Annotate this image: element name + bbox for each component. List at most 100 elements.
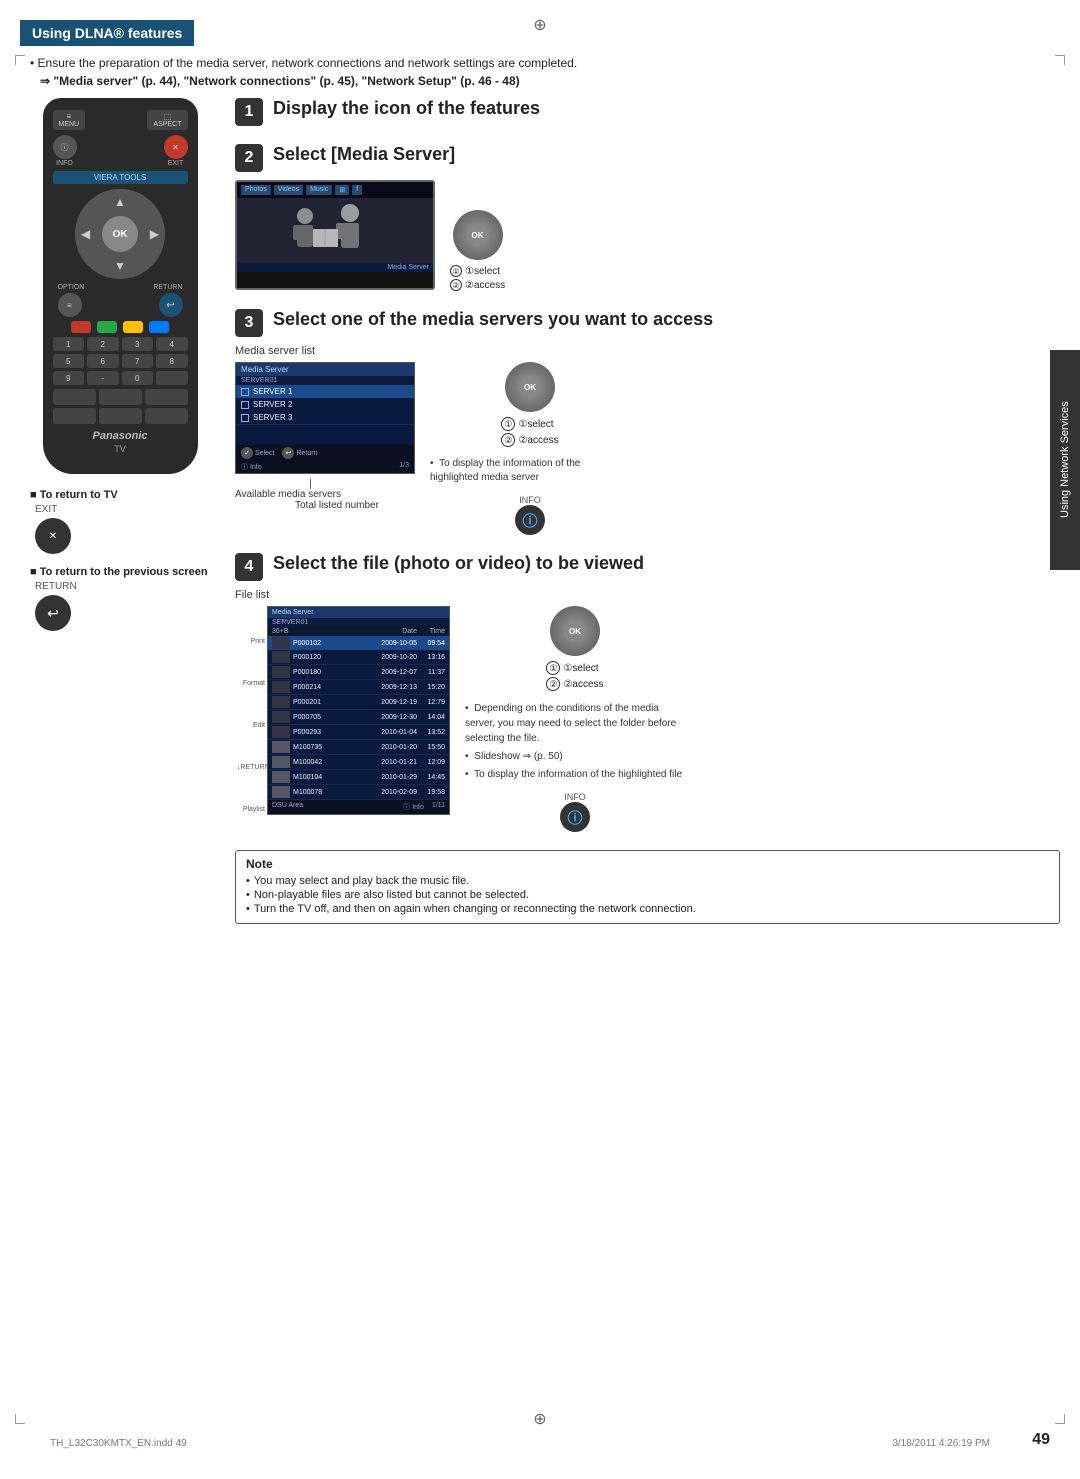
btn-minus[interactable]: - (87, 371, 119, 385)
step4-note3: • To display the information of the high… (465, 767, 685, 782)
menu-music: Music (306, 185, 332, 195)
bullet-dot-1: • (465, 703, 469, 714)
fn-btn-3[interactable] (145, 389, 188, 405)
file-row-8[interactable]: M100042 2010-01-21 12:09 (268, 755, 449, 770)
circle-1: ① (450, 265, 462, 277)
step2-main-area (237, 198, 433, 263)
server-list-spacer (236, 425, 414, 445)
btn-1[interactable]: 1 (53, 337, 85, 351)
step4-ok-btn: OK (550, 606, 600, 656)
ok-button[interactable]: OK (102, 216, 138, 252)
intro-line2: ⇒ "Media server" (p. 44), "Network conne… (40, 74, 1060, 88)
thumb-4 (272, 696, 290, 708)
btn-3[interactable]: 3 (122, 337, 154, 351)
circle-2-3: ② (501, 433, 515, 447)
blue-button[interactable] (149, 321, 169, 333)
return-button[interactable]: ↩ (159, 293, 183, 317)
btn-4[interactable]: 4 (156, 337, 188, 351)
bullet-icon: • (30, 56, 34, 70)
viera-tools-button[interactable]: VIERA TOOLS (53, 171, 188, 184)
exit-button[interactable]: ✕ (164, 135, 188, 159)
btn-2[interactable]: 2 (87, 337, 119, 351)
circle-1-3: ① (501, 417, 515, 431)
file-list-col-headers: 36+B Date Time (268, 627, 449, 636)
tv-label: TV (53, 444, 188, 454)
note-title: Note (246, 857, 1049, 871)
fn-btn-2[interactable] (99, 389, 142, 405)
fn-btn-1[interactable] (53, 389, 96, 405)
step2-screen: Photos Videos Music ⊞ f (235, 180, 435, 290)
menu-network: ⊞ (335, 185, 349, 195)
footer-left: TH_L32C30KMTX_EN.indd 49 (50, 1438, 187, 1449)
note-box: Note You may select and play back the mu… (235, 850, 1060, 924)
yellow-button[interactable] (123, 321, 143, 333)
step-3-section: 3 Select one of the media servers you wa… (235, 309, 1060, 535)
file-row-1[interactable]: P000120 2009-10-20 13:16 (268, 650, 449, 665)
btn-7[interactable]: 7 (122, 354, 154, 368)
aspect-button[interactable]: ⬚ ASPECT (147, 110, 187, 130)
step-2-title: Select [Media Server] (273, 144, 455, 166)
file-row-4[interactable]: P000201 2009-12-19 12:79 (268, 695, 449, 710)
thumb-5 (272, 711, 290, 723)
thumb-0 (272, 637, 290, 649)
server-item-2[interactable]: SERVER 3 (236, 411, 414, 425)
menu-photos: Photos (241, 185, 271, 195)
red-button[interactable] (71, 321, 91, 333)
server-list-footer: ✓ Select ↩ Return (236, 445, 414, 461)
file-list-subtitle: SERVER01 (268, 618, 449, 627)
step3-info-area: • To display the information of the high… (430, 457, 630, 485)
step-4-section: 4 Select the file (photo or video) to be… (235, 553, 1060, 832)
return-label: RETURN (153, 284, 182, 291)
option-label: OPTION (58, 284, 85, 291)
file-row-3[interactable]: P000214 2009-12-13 15:20 (268, 680, 449, 695)
fn-btn-5[interactable] (99, 408, 142, 424)
btn-5[interactable]: 5 (53, 354, 85, 368)
exit-btn-icon[interactable]: ✕ (35, 518, 71, 554)
server-item-1[interactable]: SERVER 2 (236, 398, 414, 411)
step3-access: ② ②access (501, 433, 558, 447)
dpad-left[interactable]: ◀ (81, 227, 90, 241)
file-row-6[interactable]: P000293 2010-01-04 13:52 (268, 725, 449, 740)
available-area: Available media servers (235, 479, 415, 500)
bullet-dot-2: • (465, 751, 469, 762)
step-2-section: 2 Select [Media Server] Photos Videos Mu… (235, 144, 1060, 291)
file-row-10[interactable]: M100078 2010-02-09 19:58 (268, 785, 449, 800)
arrow-line-1 (310, 479, 311, 489)
step4-screen-label: File list (235, 589, 1060, 601)
step4-ok-area: OK ① ①select ② ②access (465, 606, 685, 691)
compass-bottom-icon: ⊕ (533, 1409, 546, 1429)
dpad-up[interactable]: ▲ (114, 195, 126, 209)
file-row-7[interactable]: M100735 2010-01-20 15:50 (268, 740, 449, 755)
step-3-title: Select one of the media servers you want… (273, 309, 713, 331)
file-row-2[interactable]: P000180 2009-12-07 11:37 (268, 665, 449, 680)
status-left: ⓘ Info (241, 462, 262, 472)
bullet-dot: • (430, 458, 434, 469)
option-button[interactable]: ≡ (58, 293, 82, 317)
available-arrow: Available media servers (235, 479, 341, 500)
file-row-selected[interactable]: P000102 2009-10-05 09:54 (268, 636, 449, 650)
server-list-bottom: ⓘ Info 1/3 (236, 461, 414, 473)
btn-8[interactable]: 8 (156, 354, 188, 368)
server-item-0[interactable]: SERVER 1 (236, 385, 414, 398)
menu-f: f (352, 185, 362, 195)
dpad-down[interactable]: ▼ (114, 259, 126, 273)
server-list-subtitle: SERVER01 (236, 376, 414, 385)
file-row-9[interactable]: M100104 2010-01-29 14:45 (268, 770, 449, 785)
thumb-10 (272, 786, 290, 798)
dpad-right[interactable]: ▶ (150, 227, 159, 241)
step3-ok-btn: OK (505, 362, 555, 412)
btn-extra[interactable] (156, 371, 188, 385)
step3-select: ① ①select (501, 417, 558, 431)
menu-button[interactable]: ≡ MENU (53, 110, 86, 130)
fn-btn-6[interactable] (145, 408, 188, 424)
btn-0[interactable]: 0 (122, 371, 154, 385)
return-btn-icon[interactable]: ↩ (35, 595, 71, 631)
brand-logo: Panasonic (53, 430, 188, 442)
btn-6[interactable]: 6 (87, 354, 119, 368)
note-item-2: Non-playable files are also listed but c… (246, 889, 1049, 901)
btn-9[interactable]: 9 (53, 371, 85, 385)
info-button[interactable]: ⓘ (53, 135, 77, 159)
file-row-5[interactable]: P000705 2009-12-30 14:04 (268, 710, 449, 725)
fn-btn-4[interactable] (53, 408, 96, 424)
green-button[interactable] (97, 321, 117, 333)
